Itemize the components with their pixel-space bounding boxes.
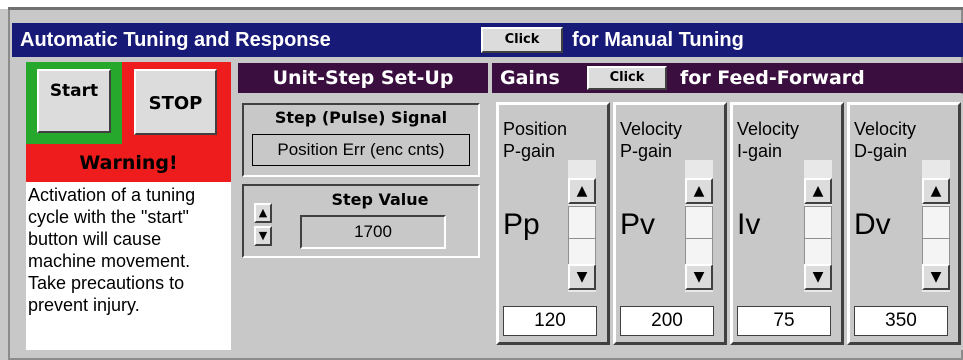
gain-down-icon[interactable]: ▼ (804, 264, 832, 290)
gains-title: Gains (500, 67, 560, 89)
gain-label-line2: D-gain (854, 141, 908, 161)
gain-down-icon[interactable]: ▼ (568, 264, 596, 290)
gain-up-icon[interactable]: ▲ (568, 178, 596, 204)
manual-tuning-click-button[interactable]: Click (481, 27, 563, 53)
unit-step-header: Unit-Step Set-Up (238, 63, 488, 93)
page-title: Automatic Tuning and Response (20, 29, 331, 51)
gain-value-input[interactable]: 350 (854, 306, 948, 336)
gain-down-icon[interactable]: ▼ (922, 264, 950, 290)
gain-value-input[interactable]: 75 (737, 306, 831, 336)
step-value-title: Step Value (331, 190, 429, 209)
step-value-up-icon[interactable]: ▲ (254, 203, 272, 223)
warning-message: Activation of a tuning cycle with the "s… (28, 185, 196, 315)
gain-label-line1: Velocity (620, 119, 683, 139)
step-value-down-icon[interactable]: ▼ (254, 226, 272, 246)
gain-symbol: Pv (620, 208, 656, 241)
gain-label-line1: Velocity (854, 119, 917, 139)
feed-forward-label: for Feed-Forward (680, 67, 865, 89)
gain-value-input[interactable]: 200 (620, 306, 714, 336)
step-signal-select[interactable]: Position Err (enc cnts) (252, 134, 470, 166)
gain-symbol: Pp (503, 208, 540, 241)
gain-symbol: Iv (737, 208, 761, 241)
stop-button[interactable]: STOP (134, 69, 217, 135)
gain-up-icon[interactable]: ▲ (685, 178, 713, 204)
gain-symbol: Dv (854, 208, 891, 241)
gain-label-line1: Velocity (737, 119, 800, 139)
gain-label-line2: P-gain (620, 141, 673, 161)
gain-label-line1: Position (503, 119, 568, 139)
step-signal-title: Step (Pulse) Signal (274, 108, 448, 127)
gain-up-icon[interactable]: ▲ (804, 178, 832, 204)
step-value-input[interactable]: 1700 (300, 215, 446, 249)
gain-label-line2: I-gain (737, 141, 783, 161)
manual-tuning-label: for Manual Tuning (572, 29, 744, 51)
gain-up-icon[interactable]: ▲ (922, 178, 950, 204)
gain-down-icon[interactable]: ▼ (685, 264, 713, 290)
gain-label-line2: P-gain (503, 141, 556, 161)
start-button[interactable]: Start (37, 69, 111, 133)
top-border (8, 7, 963, 10)
gain-value-input[interactable]: 120 (503, 306, 597, 336)
feed-forward-click-button[interactable]: Click (587, 66, 667, 90)
warning-title: Warning! (79, 152, 178, 174)
